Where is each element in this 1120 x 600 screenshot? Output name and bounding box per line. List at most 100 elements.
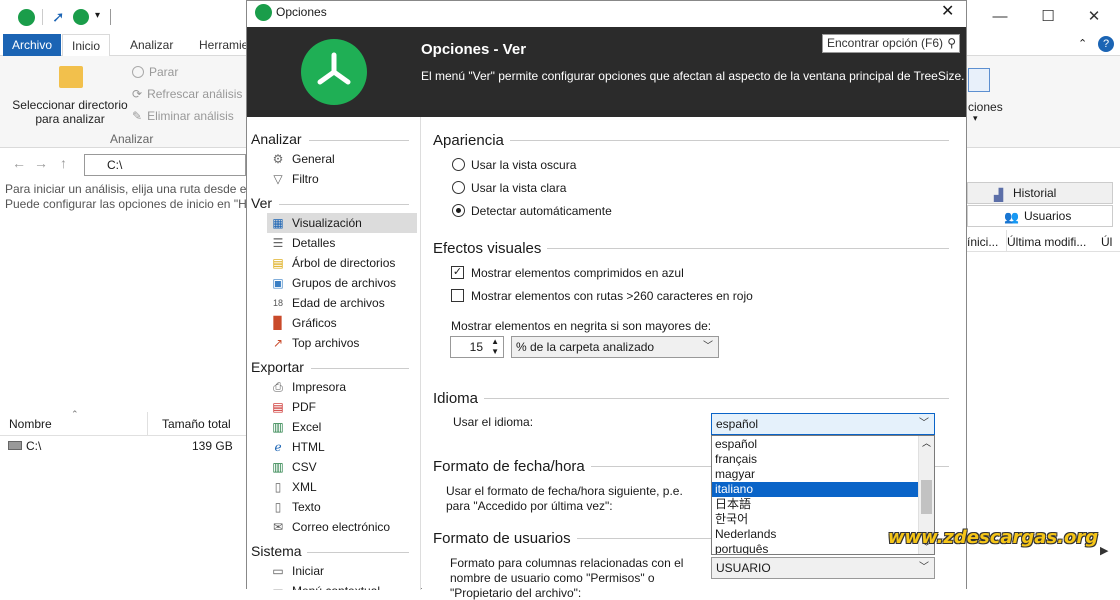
spin-up-icon[interactable]: ▲ <box>491 337 499 346</box>
col-header-size[interactable]: Tamaño total <box>162 417 231 431</box>
nav-item-csv[interactable]: ▥ CSV <box>267 457 417 477</box>
language-option-ja[interactable]: 日本語 <box>712 497 918 512</box>
section-fecha: Formato de fecha/hora <box>433 458 591 475</box>
path-input[interactable]: C:\ <box>84 154 246 176</box>
nav-group-exportar: Exportar <box>251 359 304 375</box>
ribbon-collapse-icon[interactable]: ⌃ <box>1078 37 1087 50</box>
nav-item-filtro[interactable]: ▽ Filtro <box>267 169 417 189</box>
language-option-es[interactable]: español <box>712 437 918 452</box>
top-files-icon: ↗ <box>272 336 284 350</box>
search-input[interactable]: Encontrar opción (F6) ⚲ <box>822 34 960 53</box>
user-format-line3: "Propietario del archivo": <box>450 586 582 600</box>
section-usuarios: Formato de usuarios <box>433 530 577 547</box>
chart-icon: ▟ <box>994 188 1004 202</box>
dialog-header: Opciones - Ver El menú "Ver" permite con… <box>247 27 966 117</box>
remove-analysis-button[interactable]: ✎ Eliminar análisis <box>132 109 234 123</box>
table-row[interactable]: C:\ 139 GB <box>0 437 246 455</box>
options-dialog: Opciones ✕ Opciones - Ver El menú "Ver" … <box>246 0 967 600</box>
nav-item-visualizacion[interactable]: ▦ Visualización <box>267 213 417 233</box>
qat-dropdown-icon[interactable]: ▾ <box>95 10 100 21</box>
up-icon[interactable]: ↑ <box>60 155 67 171</box>
select-directory-button[interactable]: Seleccionar directorio para analizar <box>10 98 130 126</box>
nav-item-general[interactable]: ⚙ General <box>267 149 417 169</box>
stop-icon <box>132 66 144 78</box>
nav-item-pdf[interactable]: ▤ PDF <box>267 397 417 417</box>
nav-item-graficos[interactable]: ▉ Gráficos <box>267 313 417 333</box>
scroll-up-icon[interactable]: ︿ <box>922 436 931 449</box>
col-header-last[interactable]: Úl <box>1101 235 1112 249</box>
spin-down-icon[interactable]: ▼ <box>491 347 499 356</box>
nav-item-arbol[interactable]: ▤ Árbol de directorios <box>267 253 417 273</box>
col-header-name[interactable]: Nombre <box>9 417 52 431</box>
col-header-last-modified[interactable]: Última modifi... <box>1007 235 1086 249</box>
sort-up-icon: ⌃ <box>71 409 79 419</box>
user-format-line2: nombre de usuario como "Permisos" o <box>450 571 655 585</box>
info-text-1: Para iniciar un análisis, elija una ruta… <box>5 182 250 196</box>
nav-item-top[interactable]: ↗ Top archivos <box>267 333 417 353</box>
language-option-hu[interactable]: magyar <box>712 467 918 482</box>
options-nav: Analizar ⚙ General ▽ Filtro Ver ▦ Visualiza… <box>247 117 421 590</box>
nav-item-correo[interactable]: ✉ Correo electrónico <box>267 517 417 537</box>
users-icon: 👥 <box>1004 210 1019 224</box>
bold-threshold-stepper[interactable]: 15 ▲ ▼ <box>450 336 504 358</box>
nav-group-ver: Ver <box>251 195 273 211</box>
minimize-icon[interactable]: — <box>978 4 1022 30</box>
html-icon: ℯ <box>274 440 282 454</box>
language-option-it[interactable]: italiano <box>712 482 918 497</box>
nav-item-excel[interactable]: ▥ Excel <box>267 417 417 437</box>
bold-threshold-label: Mostrar elementos en negrita si son mayo… <box>451 319 712 333</box>
users-tab[interactable]: 👥 Usuarios <box>967 205 1113 227</box>
nav-item-html[interactable]: ℯ HTML <box>267 437 417 457</box>
language-option-ko[interactable]: 한국어 <box>712 512 918 527</box>
help-icon[interactable]: ? <box>1098 36 1114 52</box>
csv-icon: ▥ <box>272 460 284 474</box>
scroll-thumb[interactable] <box>921 480 932 514</box>
filter-icon: ▽ <box>273 172 283 186</box>
nav-item-edad[interactable]: 18 Edad de archivos <box>267 293 417 313</box>
user-format-line1: Formato para columnas relacionadas con e… <box>450 556 684 570</box>
nav-item-impresora[interactable]: ⎙ Impresora <box>267 377 417 397</box>
dialog-close-icon[interactable]: ✕ <box>941 1 954 21</box>
nav-item-detalles[interactable]: ☰ Detalles <box>267 233 417 253</box>
grid-header: Nombre ⌃ Tamaño total <box>0 409 246 436</box>
user-format-select[interactable]: USUARIO ﹀ <box>711 557 935 579</box>
nav-item-iniciar[interactable]: ▭ Iniciar <box>267 561 417 581</box>
xml-icon: ▯ <box>274 480 282 494</box>
nav-item-texto[interactable]: ▯ Texto <box>267 497 417 517</box>
maximize-icon[interactable]: ☐ <box>1026 4 1070 30</box>
close-icon[interactable]: ✕ <box>1072 4 1116 30</box>
tab-inicio[interactable]: Inicio <box>62 34 111 57</box>
tripod-icon <box>317 52 351 85</box>
date-format-line2: para "Accedido por última vez": <box>446 499 613 513</box>
forward-icon[interactable]: → <box>34 155 48 171</box>
language-select[interactable]: español ﹀ <box>711 413 935 435</box>
dialog-title: Opciones <box>276 5 327 19</box>
nav-item-xml[interactable]: ▯ XML <box>267 477 417 497</box>
open-arrow-icon[interactable]: ➚ <box>52 8 65 26</box>
pdf-icon: ▤ <box>272 400 284 414</box>
bar-chart-icon: ▉ <box>273 316 283 330</box>
header-title: Opciones - Ver <box>421 41 527 58</box>
folder-icon <box>59 66 83 88</box>
options-content: Apariencia Usar la vista oscura Usar la … <box>422 117 966 600</box>
watermark: www.zdescargas.org <box>887 527 1099 548</box>
refresh-green-icon[interactable] <box>73 9 89 25</box>
back-icon[interactable]: ← <box>12 155 26 171</box>
tab-archivo[interactable]: Archivo <box>3 34 62 56</box>
row-size: 139 GB <box>192 439 233 453</box>
chevron-down-icon: ﹀ <box>919 562 929 573</box>
nav-item-grupos[interactable]: ▣ Grupos de archivos <box>267 273 417 293</box>
col-header-created[interactable]: ínici... <box>967 235 998 249</box>
bold-unit-select[interactable]: % de la carpeta analizado ﹀ <box>511 336 719 358</box>
options-ribbon-button[interactable]: ciones <box>968 100 1003 114</box>
history-tab[interactable]: ▟ Historial <box>967 182 1113 204</box>
right-grid-header: ínici... Última modifi... Úl <box>967 230 1120 252</box>
excel-icon: ▥ <box>272 420 284 434</box>
refresh-analysis-button[interactable]: ⟳Refrescar análisis ▾ <box>132 87 252 101</box>
stop-button[interactable]: Parar <box>132 65 178 79</box>
language-option-fr[interactable]: français <box>712 452 918 467</box>
check-icon: ✓ <box>451 266 464 279</box>
general-icon: ⚙ <box>272 152 284 166</box>
tab-analizar[interactable]: Analizar <box>121 34 182 56</box>
treesize-logo-icon <box>255 4 272 21</box>
